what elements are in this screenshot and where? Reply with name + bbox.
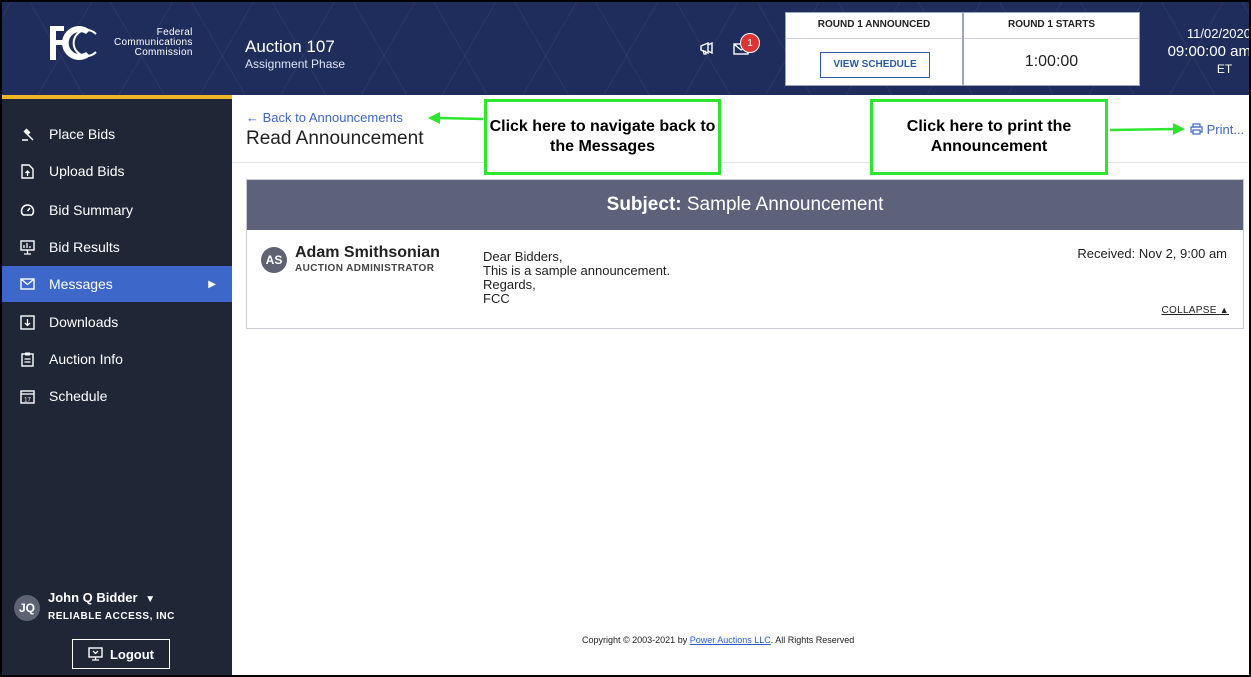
app-frame: Federal Communications Commission Auctio… <box>0 0 1251 677</box>
footer: Copyright © 2003-2021 by Power Auctions … <box>582 635 854 645</box>
message-line: This is a sample announcement. <box>483 263 671 278</box>
power-auctions-link[interactable]: Power Auctions LLC <box>690 635 771 645</box>
message-body: Dear Bidders, This is a sample announcem… <box>483 250 670 306</box>
sender-name: Adam Smithsonian <box>295 244 440 261</box>
sender-avatar: AS <box>261 247 287 273</box>
subject-bar: Subject: Sample Announcement <box>247 180 1243 230</box>
blank-panel <box>952 364 1162 528</box>
arrow-to-print-link <box>1109 123 1185 135</box>
arrow-to-back-link <box>428 112 484 124</box>
footer-prefix: Copyright © 2003-2021 by <box>582 635 688 645</box>
message-line: Dear Bidders, <box>483 249 563 264</box>
footer-suffix: . All Rights Reserved <box>770 635 855 645</box>
message-line: Regards, <box>483 277 536 292</box>
collapse-button[interactable]: COLLAPSE ▲ <box>1161 305 1229 316</box>
chevron-up-icon: ▲ <box>1219 305 1229 315</box>
collapse-label: COLLAPSE <box>1161 305 1217 316</box>
subject-label: Subject: <box>606 194 682 215</box>
callout-arrows <box>428 112 1185 135</box>
message-line: FCC <box>483 291 510 306</box>
sender: AS Adam Smithsonian AUCTION ADMINISTRATO… <box>261 244 440 274</box>
subject-text: Sample Announcement <box>686 194 884 215</box>
received-timestamp: Received: Nov 2, 9:00 am <box>1077 246 1227 261</box>
sender-role: AUCTION ADMINISTRATOR <box>295 263 435 274</box>
announcement-card: Subject: Sample Announcement AS Adam Smi… <box>246 179 1244 329</box>
